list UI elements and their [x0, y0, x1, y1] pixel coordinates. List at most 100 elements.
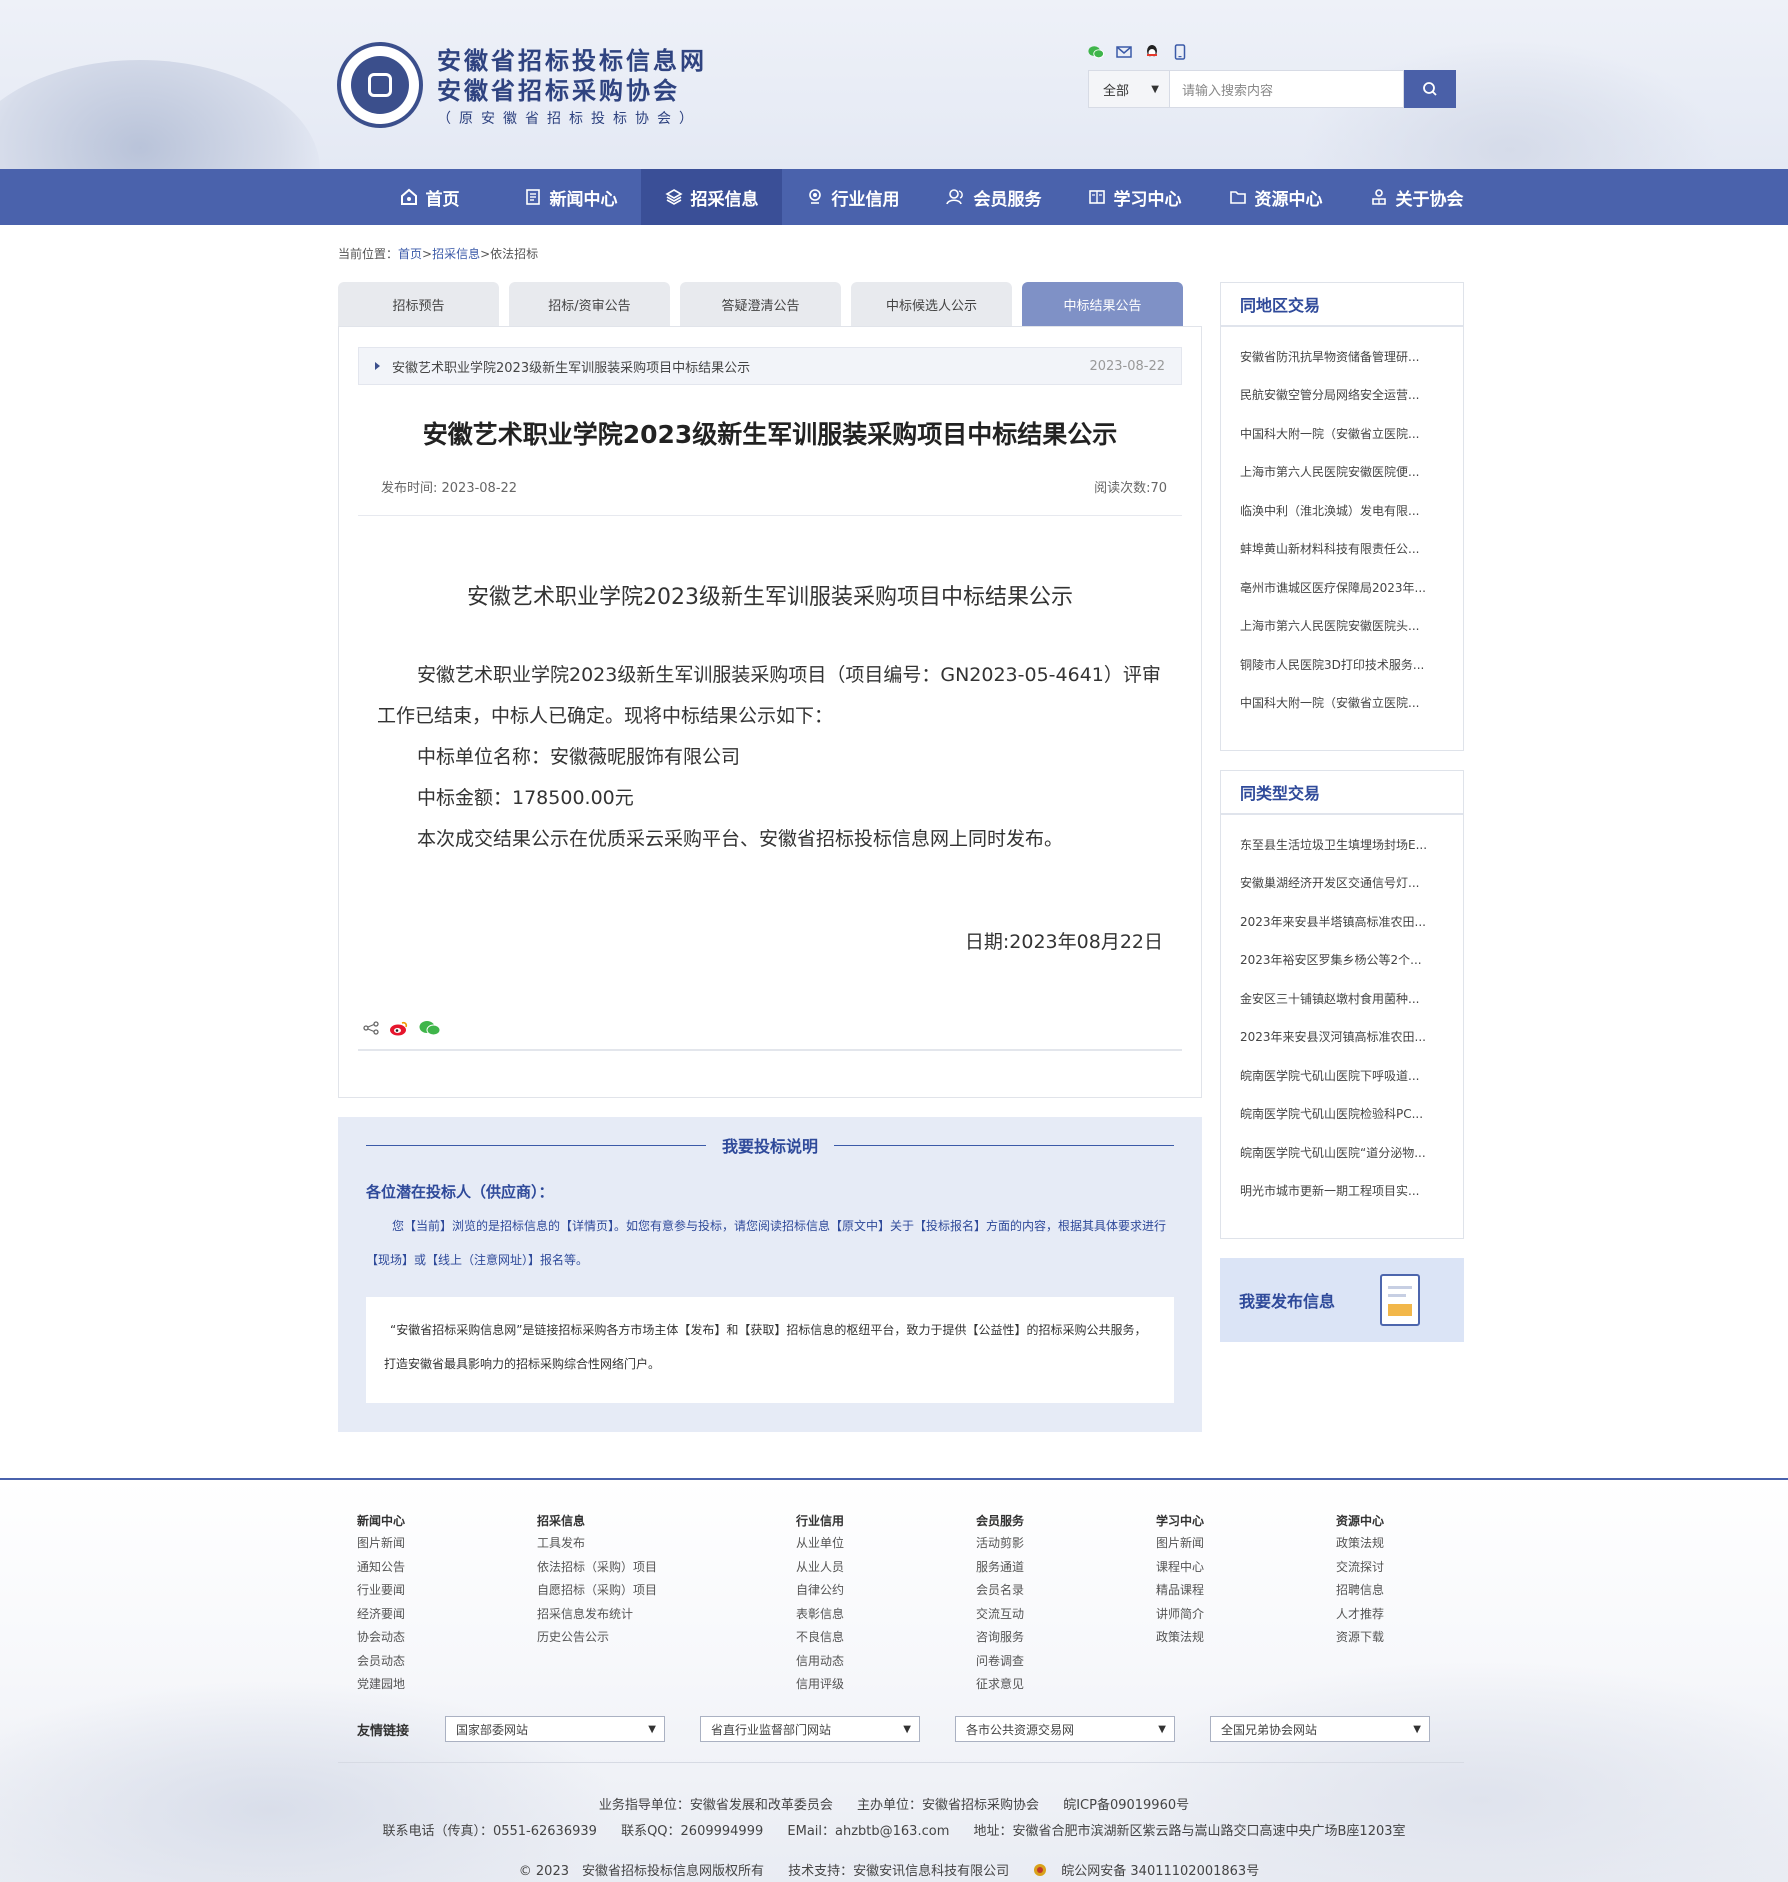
breadcrumb-home-link[interactable]: 首页 — [398, 247, 422, 261]
list-item[interactable]: 安徽省防汛抗旱物资储备管理研... — [1221, 337, 1463, 376]
bid-paragraph: 您【当前】浏览的是招标信息的【详情页】。如您有意参与投标，请您阅读招标信息【原文… — [366, 1219, 1167, 1267]
list-item[interactable]: 上海市第六人民医院安徽医院便... — [1221, 453, 1463, 492]
icp-number[interactable]: 皖ICP备09019960号 — [1063, 1798, 1189, 1813]
select-value: 各市公共资源交易网 — [966, 1722, 1075, 1737]
footer-link[interactable]: 工具发布 — [537, 1532, 657, 1556]
footer-link[interactable]: 讲师简介 — [1156, 1603, 1204, 1627]
list-item[interactable]: 中国科大附一院（安徽省立医院... — [1221, 414, 1463, 453]
footer-link[interactable]: 自律公约 — [796, 1579, 844, 1603]
footer-link[interactable]: 从业单位 — [796, 1532, 844, 1556]
list-item[interactable]: 皖南医学院弋矶山医院“道分泌物... — [1221, 1133, 1463, 1172]
list-item[interactable]: 亳州市谯城区医疗保障局2023年... — [1221, 568, 1463, 607]
footer-link[interactable]: 图片新闻 — [357, 1532, 405, 1556]
list-item[interactable]: 中国科大附一院（安徽省立医院... — [1221, 684, 1463, 723]
site-logo[interactable] — [337, 42, 423, 128]
friend-link-select-ministries[interactable]: 国家部委网站 ▼ — [445, 1716, 665, 1742]
main-nav: 首页 新闻中心 招采信息 行业信用 会员服务 学习中心 资源中心 关于协会 — [0, 169, 1788, 225]
search-input[interactable]: 请输入搜索内容 — [1170, 70, 1404, 108]
footer-link[interactable]: 政策法规 — [1336, 1532, 1384, 1556]
list-item[interactable]: 蚌埠黄山新材料科技有限责任公... — [1221, 530, 1463, 569]
nav-item-about[interactable]: 关于协会 — [1346, 169, 1487, 225]
list-item[interactable]: 明光市城市更新一期工程项目实... — [1221, 1172, 1463, 1211]
footer-link[interactable]: 问卷调查 — [976, 1650, 1024, 1674]
nav-item-home[interactable]: 首页 — [359, 169, 500, 225]
footer-link[interactable]: 交流互动 — [976, 1603, 1024, 1627]
footer-link[interactable]: 活动剪影 — [976, 1532, 1024, 1556]
footer-info-line-3: © 2023 安徽省招标投标信息网版权所有 技术支持：安徽安讯信息科技有限公司 … — [0, 1860, 1788, 1879]
mail-icon[interactable] — [1116, 44, 1132, 60]
logo-emblem — [351, 56, 409, 114]
person-icon — [1371, 189, 1386, 205]
footer-link[interactable]: 信用动态 — [796, 1650, 844, 1674]
friend-link-select-associations[interactable]: 全国兄弟协会网站 ▼ — [1210, 1716, 1430, 1742]
footer-link[interactable]: 交流探讨 — [1336, 1556, 1384, 1580]
footer-link[interactable]: 精品课程 — [1156, 1579, 1204, 1603]
footer-column-procurement: 招采信息 工具发布 依法招标（采购）项目 自愿招标（采购）项目 招采信息发布统计… — [537, 1510, 657, 1650]
footer-link[interactable]: 图片新闻 — [1156, 1532, 1204, 1556]
list-item[interactable]: 金安区三十铺镇赵墩村食用菌种... — [1221, 979, 1463, 1018]
chevron-down-icon: ▼ — [1151, 83, 1159, 95]
footer-link[interactable]: 招采信息发布统计 — [537, 1603, 657, 1627]
footer-link[interactable]: 从业人员 — [796, 1556, 844, 1580]
footer-link[interactable]: 会员名录 — [976, 1579, 1024, 1603]
qq-icon[interactable] — [1144, 44, 1160, 60]
footer-link[interactable]: 经济要闻 — [357, 1603, 405, 1627]
nav-item-news[interactable]: 新闻中心 — [500, 169, 641, 225]
footer-link[interactable]: 党建园地 — [357, 1673, 405, 1697]
list-item[interactable]: 2023年裕安区罗集乡杨公等2个... — [1221, 941, 1463, 980]
footer-link[interactable]: 协会动态 — [357, 1626, 405, 1650]
police-record[interactable]: 皖公网安备 34011102001863号 — [1033, 1864, 1269, 1879]
footer-link[interactable]: 资源下载 — [1336, 1626, 1384, 1650]
nav-item-credit[interactable]: 行业信用 — [782, 169, 923, 225]
footer-link[interactable]: 人才推荐 — [1336, 1603, 1384, 1627]
list-item[interactable]: 临涣中利（淮北涣城）发电有限... — [1221, 491, 1463, 530]
list-item[interactable]: 安徽巢湖经济开发区交通信号灯... — [1221, 864, 1463, 903]
footer-link[interactable]: 咨询服务 — [976, 1626, 1024, 1650]
footer-link[interactable]: 课程中心 — [1156, 1556, 1204, 1580]
mobile-icon[interactable] — [1172, 44, 1188, 60]
footer-link[interactable]: 征求意见 — [976, 1673, 1024, 1697]
friend-link-select-city[interactable]: 各市公共资源交易网 ▼ — [955, 1716, 1175, 1742]
footer-link[interactable]: 历史公告公示 — [537, 1626, 657, 1650]
footer-column-news: 新闻中心 图片新闻 通知公告 行业要闻 经济要闻 协会动态 会员动态 党建园地 — [357, 1510, 405, 1697]
search-button[interactable] — [1404, 70, 1456, 108]
friend-link-select-provincial[interactable]: 省直行业监督部门网站 ▼ — [700, 1716, 920, 1742]
tab-pre-announcement[interactable]: 招标预告 — [338, 282, 499, 326]
breadcrumb-level1-link[interactable]: 招采信息 — [432, 247, 480, 261]
tab-candidate-publicity[interactable]: 中标候选人公示 — [851, 282, 1012, 326]
nav-item-learning[interactable]: 学习中心 — [1064, 169, 1205, 225]
list-item[interactable]: 2023年来安县汊河镇高标准农田... — [1221, 1018, 1463, 1057]
footer-link[interactable]: 不良信息 — [796, 1626, 844, 1650]
tab-tender-announcement[interactable]: 招标/资审公告 — [509, 282, 670, 326]
wechat-icon[interactable] — [1088, 44, 1104, 60]
weibo-icon[interactable] — [389, 1020, 409, 1040]
share-icon[interactable] — [363, 1021, 379, 1039]
tab-award-result[interactable]: 中标结果公告 — [1022, 282, 1183, 326]
footer-link[interactable]: 服务通道 — [976, 1556, 1024, 1580]
list-item[interactable]: 皖南医学院弋矶山医院下呼吸道... — [1221, 1056, 1463, 1095]
footer-link[interactable]: 通知公告 — [357, 1556, 405, 1580]
publish-info-button[interactable]: 我要发布信息 — [1220, 1258, 1464, 1342]
footer-link[interactable]: 信用评级 — [796, 1673, 844, 1697]
article-amount: 中标金额：178500.00元 — [417, 787, 634, 809]
list-item[interactable]: 上海市第六人民医院安徽医院头... — [1221, 607, 1463, 646]
list-item[interactable]: 民航安徽空管分局网络安全运营... — [1221, 376, 1463, 415]
list-item[interactable]: 东至县生活垃圾卫生填埋场封场E... — [1221, 825, 1463, 864]
footer-link[interactable]: 会员动态 — [357, 1650, 405, 1674]
nav-item-resource[interactable]: 资源中心 — [1205, 169, 1346, 225]
footer-link[interactable]: 依法招标（采购）项目 — [537, 1556, 657, 1580]
footer-link[interactable]: 招聘信息 — [1336, 1579, 1384, 1603]
nav-item-member[interactable]: 会员服务 — [923, 169, 1064, 225]
wechat-share-icon[interactable] — [419, 1020, 441, 1040]
nav-item-procurement[interactable]: 招采信息 — [641, 169, 782, 225]
list-item[interactable]: 皖南医学院弋矶山医院检验科PC... — [1221, 1095, 1463, 1134]
list-item[interactable]: 2023年来安县半塔镇高标准农田... — [1221, 902, 1463, 941]
footer-link[interactable]: 政策法规 — [1156, 1626, 1204, 1650]
search-scope-select[interactable]: 全部 ▼ — [1088, 70, 1170, 108]
tab-clarification[interactable]: 答疑澄清公告 — [680, 282, 841, 326]
footer-link[interactable]: 表彰信息 — [796, 1603, 844, 1627]
footer-link[interactable]: 自愿招标（采购）项目 — [537, 1579, 657, 1603]
article-notice-bar[interactable]: 安徽艺术职业学院2023级新生军训服装采购项目中标结果公示 2023-08-22 — [358, 347, 1182, 385]
list-item[interactable]: 铜陵市人民医院3D打印技术服务... — [1221, 645, 1463, 684]
footer-link[interactable]: 行业要闻 — [357, 1579, 405, 1603]
